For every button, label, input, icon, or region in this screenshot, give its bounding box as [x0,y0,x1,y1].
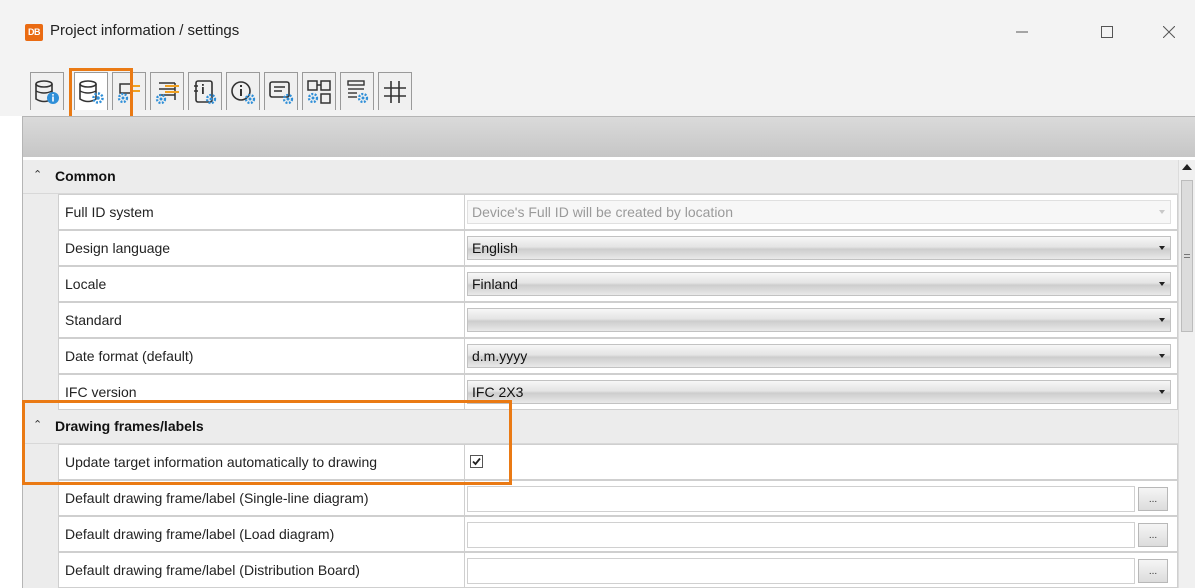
combobox-value: English [472,240,518,256]
property-name: Date format (default) [65,348,194,364]
message-settings-icon [269,80,294,104]
property-row-frame-single-line: Default drawing frame/label (Single-line… [23,480,1178,516]
browse-button[interactable]: ... [1138,559,1168,583]
full-id-system-combobox: Device's Full ID will be created by loca… [467,200,1171,224]
group-header-drawing-frames[interactable]: ⌃ Drawing frames/labels [23,410,1178,444]
date-format-combobox[interactable]: d.m.yyyy [467,344,1171,368]
frame-single-line-field[interactable] [467,486,1135,512]
locale-combobox[interactable]: Finland [467,272,1171,296]
tab-info-settings[interactable] [226,72,260,110]
maximize-button[interactable] [1083,14,1131,50]
property-name: Update target information automatically … [65,454,378,470]
close-button[interactable] [1145,14,1193,50]
hash-icon [384,80,406,103]
property-name: Default drawing frame/label (Single-line… [65,490,369,506]
maximize-icon [1101,26,1113,38]
info-settings-icon [231,80,256,104]
property-name: Standard [65,312,122,328]
dropdown-arrow-icon [1159,354,1165,358]
notebook-settings-icon [194,79,217,104]
dropdown-arrow-icon [1159,390,1165,394]
property-name: Full ID system [65,204,154,220]
tab-notebook-settings[interactable] [188,72,222,110]
app-logo: DB [25,24,43,41]
combobox-value: d.m.yyyy [472,348,528,364]
hierarchy-settings-icon [155,81,179,104]
standard-combobox[interactable] [467,308,1171,332]
combobox-value: Device's Full ID will be created by loca… [472,204,734,220]
selected-tab-highlight [69,68,133,120]
browse-button[interactable]: ... [1138,523,1168,547]
update-target-info-checkbox[interactable] [470,455,483,468]
database-info-icon [35,79,59,104]
structure-settings-icon [307,79,331,104]
scroll-up-arrow-icon[interactable] [1182,164,1192,170]
combobox-value: Finland [472,276,518,292]
checkmark-icon [472,457,481,466]
property-row-design-language: Design language English [23,230,1178,266]
chevron-up-icon: ⌃ [33,169,43,181]
browse-button[interactable]: ... [1138,487,1168,511]
property-toolbar [23,117,1195,157]
property-row-standard: Standard [23,302,1178,338]
property-row-frame-load-diagram: Default drawing frame/label (Load diagra… [23,516,1178,552]
minimize-button[interactable] [998,14,1046,50]
title-bar: DB Project information / settings [0,0,1195,64]
group-header-common[interactable]: ⌃ Common [23,160,1178,194]
property-name: IFC version [65,384,137,400]
ifc-version-combobox[interactable]: IFC 2X3 [467,380,1171,404]
property-name: Design language [65,240,171,256]
property-row-full-id-system: Full ID system Device's Full ID will be … [23,194,1178,230]
frame-load-diagram-field[interactable] [467,522,1135,548]
minimize-icon [1016,31,1028,33]
tab-database-info[interactable] [30,72,64,110]
tab-hash[interactable] [378,72,412,110]
property-row-update-target-info: Update target information automatically … [23,444,1178,480]
scrollbar-thumb[interactable] [1181,180,1193,332]
property-row-date-format: Date format (default) d.m.yyyy [23,338,1178,374]
dropdown-arrow-icon [1159,318,1165,322]
numbered-list-settings-icon [347,79,369,103]
property-name: Default drawing frame/label (Load diagra… [65,526,335,542]
tab-hierarchy-settings[interactable] [150,72,184,110]
vertical-scrollbar[interactable] [1178,160,1195,588]
design-language-combobox[interactable]: English [467,236,1171,260]
chevron-up-icon: ⌃ [33,419,43,431]
property-panel: ⌃ Common Full ID system Device's Full ID… [22,116,1195,588]
dropdown-arrow-icon [1159,210,1165,214]
frame-distribution-board-field[interactable] [467,558,1135,584]
settings-tabstrip [0,64,1195,116]
tab-structure-settings[interactable] [302,72,336,110]
grip-icon [1184,254,1190,255]
window-title: Project information / settings [50,22,240,39]
property-name: Locale [65,276,107,292]
property-row-locale: Locale Finland [23,266,1178,302]
property-name: Default drawing frame/label (Distributio… [65,562,360,578]
tab-numbered-list-settings[interactable] [340,72,374,110]
property-row-frame-distribution-board: Default drawing frame/label (Distributio… [23,552,1178,588]
tab-message-settings[interactable] [264,72,298,110]
dropdown-arrow-icon [1159,246,1165,250]
project-settings-window: DB Project information / settings ⌃ Comm… [0,0,1195,588]
dropdown-arrow-icon [1159,282,1165,286]
group-label: Drawing frames/labels [55,418,204,434]
combobox-value: IFC 2X3 [472,384,524,400]
group-label: Common [55,168,116,184]
close-icon [1163,26,1175,38]
property-row-ifc-version: IFC version IFC 2X3 [23,374,1178,410]
